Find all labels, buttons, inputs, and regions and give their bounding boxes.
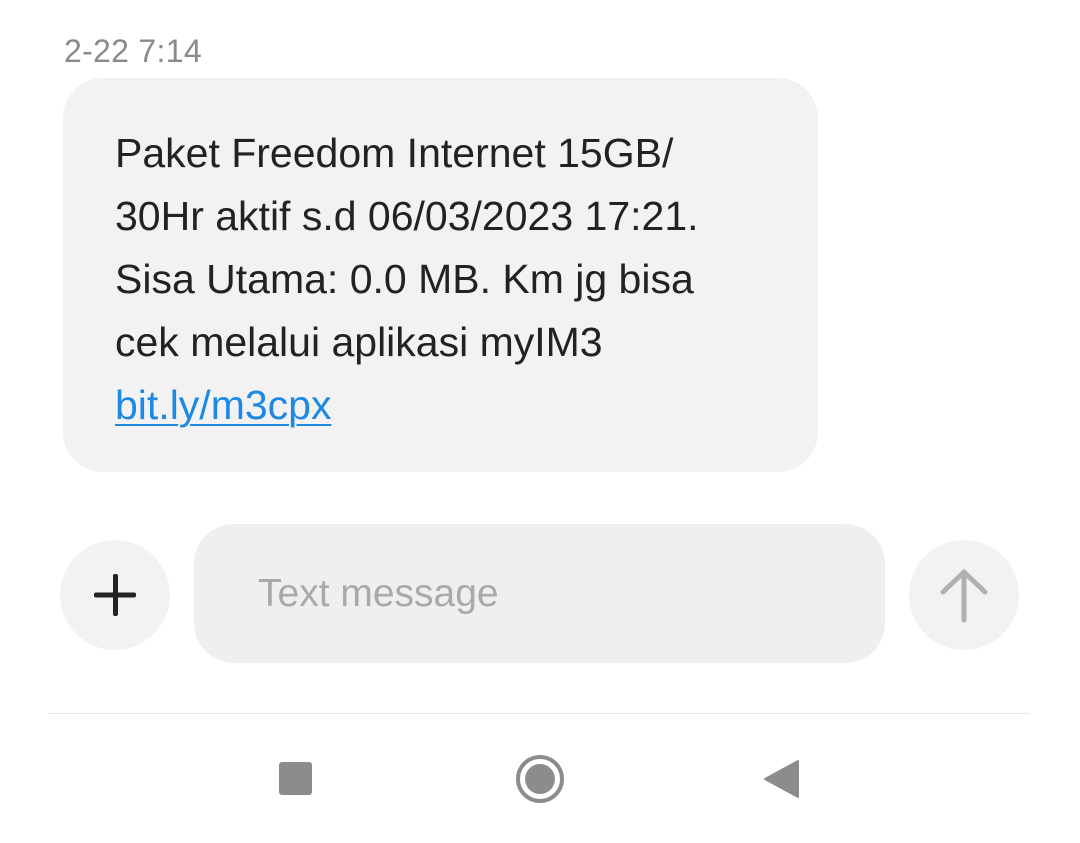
triangle-back-icon — [764, 760, 799, 798]
recent-apps-button[interactable] — [279, 762, 312, 795]
message-body: Paket Freedom Internet 15GB/ 30Hr aktif … — [115, 122, 795, 437]
message-timestamp: 2-22 7:14 — [64, 33, 202, 69]
send-button[interactable] — [909, 540, 1019, 650]
add-attachment-button[interactable] — [60, 540, 170, 650]
message-link[interactable]: bit.ly/m3cpx — [115, 382, 331, 428]
back-button[interactable] — [762, 758, 802, 800]
message-line: 30Hr aktif s.d 06/03/2023 17:21. — [115, 193, 699, 239]
message-input-placeholder: Text message — [258, 572, 499, 615]
circle-icon — [516, 755, 564, 803]
navbar-divider — [49, 713, 1030, 714]
sms-conversation-screen: 2-22 7:14 Paket Freedom Internet 15GB/ 3… — [0, 0, 1080, 843]
plus-icon — [94, 574, 136, 616]
message-input[interactable]: Text message — [194, 524, 885, 663]
message-line: cek melalui aplikasi myIM3 — [115, 319, 603, 365]
home-button[interactable] — [515, 754, 565, 804]
arrow-up-icon — [940, 569, 988, 623]
message-line: Sisa Utama: 0.0 MB. Km jg bisa — [115, 256, 694, 302]
message-line: Paket Freedom Internet 15GB/ — [115, 130, 674, 176]
message-bubble[interactable]: Paket Freedom Internet 15GB/ 30Hr aktif … — [63, 78, 818, 472]
